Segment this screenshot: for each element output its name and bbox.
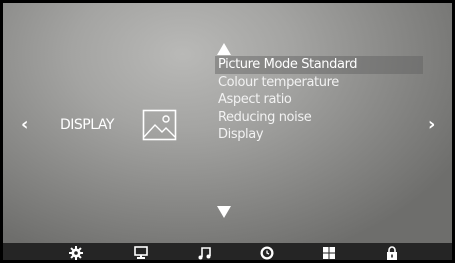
previous-section-button[interactable]: ‹: [21, 116, 28, 134]
lock-icon: [387, 246, 397, 260]
tab-display[interactable]: [133, 245, 149, 259]
monitor-icon: [134, 246, 148, 259]
tab-time[interactable]: [259, 245, 275, 260]
tab-sound[interactable]: [197, 245, 213, 260]
triangle-down-icon: [217, 206, 231, 218]
menu-item-picture-mode[interactable]: Picture Mode Standard: [215, 56, 423, 74]
scroll-up-button[interactable]: [217, 40, 231, 55]
section-title: DISPLAY: [60, 117, 114, 133]
menu-item-aspect-ratio[interactable]: Aspect ratio: [215, 91, 423, 109]
picture-icon: [142, 109, 177, 141]
clock-icon: [260, 246, 274, 260]
menu-item-reducing-noise[interactable]: Reducing noise: [215, 109, 423, 127]
music-note-icon: [198, 247, 211, 260]
tv-menu-screen: ‹ DISPLAY Picture Mode Standard Colour t…: [3, 3, 452, 260]
tab-settings[interactable]: [68, 245, 84, 260]
triangle-up-icon: [217, 43, 231, 55]
picture-settings-menu: Picture Mode Standard Colour temperature…: [215, 56, 423, 144]
grid-icon: [323, 247, 335, 259]
menu-item-colour-temperature[interactable]: Colour temperature: [215, 74, 423, 92]
scroll-down-button[interactable]: [217, 203, 231, 218]
tab-apps[interactable]: [321, 245, 337, 259]
menu-item-display[interactable]: Display: [215, 126, 423, 144]
tab-lock[interactable]: [384, 245, 400, 260]
category-tab-bar: [3, 243, 452, 260]
next-section-button[interactable]: ›: [428, 116, 435, 134]
settings-gear-icon: [69, 246, 83, 260]
